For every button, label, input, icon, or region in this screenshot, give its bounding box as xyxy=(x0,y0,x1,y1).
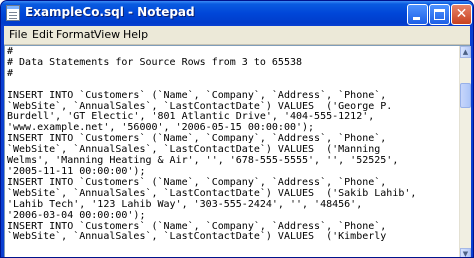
menu-bar: File Edit Format View Help xyxy=(4,26,470,45)
scroll-thumb[interactable] xyxy=(460,83,471,108)
scroll-up-button[interactable]: ▲ xyxy=(460,46,471,58)
menu-view[interactable]: View xyxy=(94,28,120,41)
maximize-icon xyxy=(434,9,445,20)
title-bar[interactable]: ExampleCo.sql - Notepad ✕ xyxy=(1,1,473,26)
minimize-button[interactable] xyxy=(407,4,428,25)
arrow-down-icon: ▼ xyxy=(462,250,469,258)
menu-edit[interactable]: Edit xyxy=(32,28,53,41)
menu-file[interactable]: File xyxy=(9,28,27,41)
vertical-scrollbar[interactable]: ▲ ▼ xyxy=(459,46,471,258)
minimize-icon xyxy=(413,17,420,20)
maximize-button[interactable] xyxy=(429,4,450,25)
close-button[interactable]: ✕ xyxy=(451,4,472,25)
notepad-window: ExampleCo.sql - Notepad ✕ File Edit Form… xyxy=(0,0,474,258)
arrow-up-icon: ▲ xyxy=(462,48,469,56)
window-title: ExampleCo.sql - Notepad xyxy=(25,5,195,19)
menu-help[interactable]: Help xyxy=(123,28,148,41)
menu-format[interactable]: Format xyxy=(56,28,95,41)
notepad-icon[interactable] xyxy=(6,5,20,21)
editor-text[interactable]: # # Data Statements for Source Rows from… xyxy=(7,46,416,243)
scroll-down-button[interactable]: ▼ xyxy=(460,248,471,258)
close-icon: ✕ xyxy=(455,6,468,22)
editor-area[interactable]: # # Data Statements for Source Rows from… xyxy=(4,45,471,258)
